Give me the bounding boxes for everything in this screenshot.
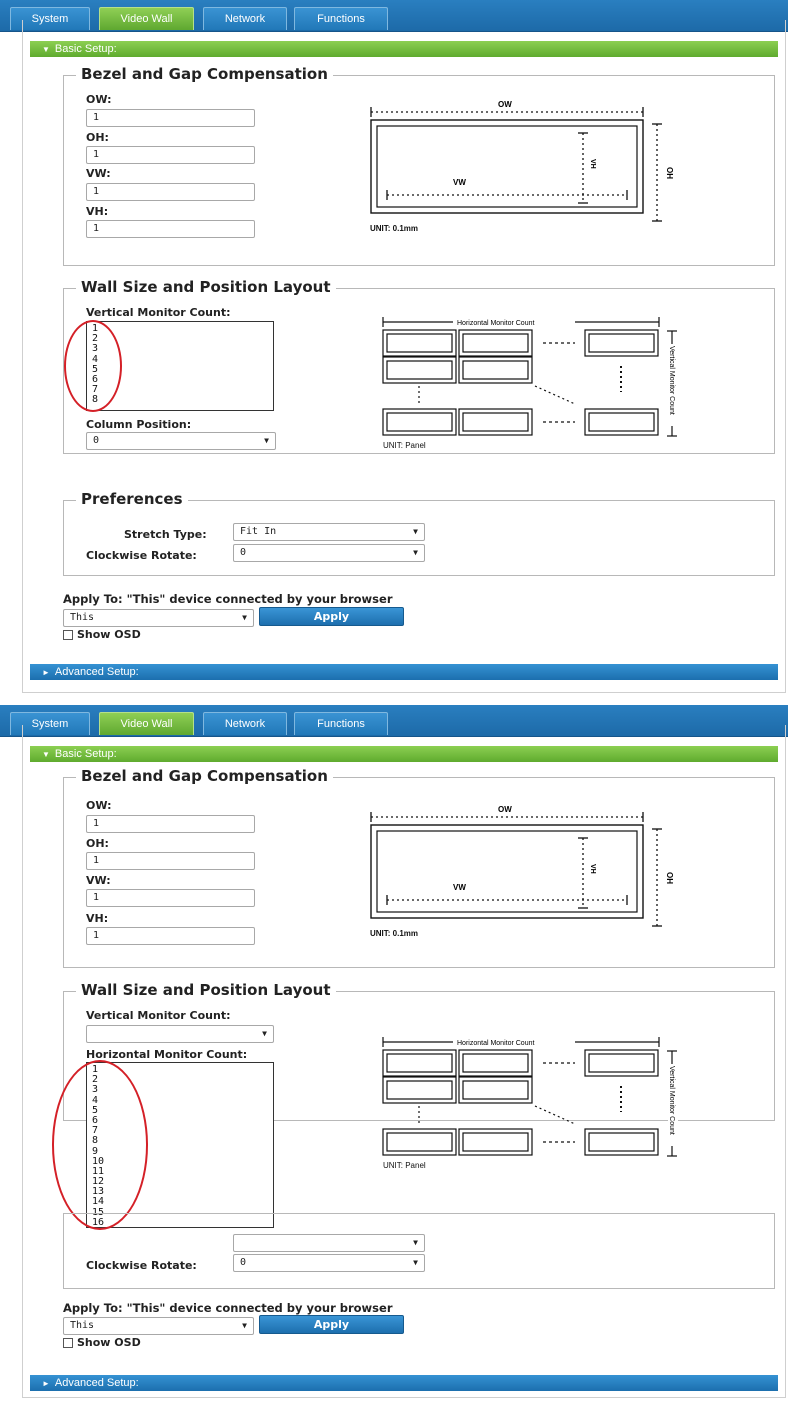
bezel-diagram: OW OH VH VW bbox=[370, 100, 674, 222]
vertical-count-label: Vertical Monitor Count: bbox=[86, 306, 231, 319]
ow-diagram-label: OW bbox=[498, 100, 512, 109]
vh-diagram-label: VH bbox=[589, 864, 596, 874]
list-item[interactable]: 2 bbox=[92, 333, 273, 344]
oh-input[interactable]: 1 bbox=[86, 146, 255, 164]
chevron-down-icon: ▼ bbox=[262, 1029, 267, 1038]
chevron-down-icon: ▼ bbox=[413, 1238, 418, 1247]
vw-diagram-label: VW bbox=[453, 178, 466, 187]
rotate-select[interactable]: 0 ▼ bbox=[233, 1254, 425, 1272]
expand-down-icon: ▼ bbox=[42, 750, 50, 759]
preferences-legend: Preferences bbox=[76, 490, 188, 508]
list-item[interactable]: 1 bbox=[92, 323, 273, 334]
chevron-down-icon: ▼ bbox=[413, 548, 418, 557]
apply-target-select[interactable]: This ▼ bbox=[63, 609, 254, 627]
apply-to-heading: Apply To: "This" device connected by you… bbox=[63, 1301, 393, 1315]
apply-target-select[interactable]: This ▼ bbox=[63, 1317, 254, 1335]
vertical-count-select[interactable]: ▼ bbox=[86, 1025, 274, 1043]
column-position-label: Column Position: bbox=[86, 418, 192, 431]
stretch-type-label: Stretch Type: bbox=[124, 528, 207, 541]
horizontal-count-diagram-label: Horizontal Monitor Count bbox=[457, 320, 534, 327]
column-position-select[interactable]: 0 ▼ bbox=[86, 432, 276, 450]
vh-diagram-label: VH bbox=[589, 159, 596, 169]
show-osd-label: Show OSD bbox=[77, 1336, 141, 1349]
horizontal-count-label: Horizontal Monitor Count: bbox=[86, 1048, 248, 1061]
ow-label: OW: bbox=[86, 93, 112, 106]
advanced-setup-header[interactable]: ► Advanced Setup: bbox=[30, 664, 778, 680]
wall-layout-diagram: Horizontal Monitor Count Vertical Monito… bbox=[382, 1037, 678, 1157]
vertical-count-label: Vertical Monitor Count: bbox=[86, 1009, 231, 1022]
advanced-setup-label: Advanced Setup: bbox=[54, 1377, 139, 1389]
bezel-unit-label: UNIT: 0.1mm bbox=[370, 929, 419, 938]
basic-setup-label: Basic Setup: bbox=[54, 748, 117, 760]
ow-diagram-label: OW bbox=[498, 805, 512, 814]
wall-unit-label: UNIT: Panel bbox=[383, 441, 426, 450]
stretch-type-value: Fit In bbox=[240, 526, 277, 537]
vw-input[interactable]: 1 bbox=[86, 183, 255, 201]
oh-input[interactable]: 1 bbox=[86, 852, 255, 870]
ow-input[interactable]: 1 bbox=[86, 815, 255, 833]
vertical-count-diagram-label: Vertical Monitor Count bbox=[668, 346, 675, 415]
ow-input[interactable]: 1 bbox=[86, 109, 255, 127]
wall-layout-diagram: Horizontal Monitor Count Vertical Monito… bbox=[382, 317, 678, 437]
basic-setup-header[interactable]: ▼ Basic Setup: bbox=[30, 41, 778, 57]
video-wall-panel-bottom: System Video Wall Network Functions ▼ Bas… bbox=[0, 705, 788, 1398]
apply-to-heading: Apply To: "This" device connected by you… bbox=[63, 592, 393, 606]
advanced-setup-header[interactable]: ► Advanced Setup: bbox=[30, 1375, 778, 1391]
oh-label: OH: bbox=[86, 131, 109, 144]
vh-label: VH: bbox=[86, 205, 109, 218]
chevron-down-icon: ▼ bbox=[413, 1258, 418, 1267]
rotate-value: 0 bbox=[240, 547, 247, 558]
wall-legend: Wall Size and Position Layout bbox=[76, 981, 336, 999]
vw-diagram-label: VW bbox=[453, 883, 466, 892]
oh-label: OH: bbox=[86, 837, 109, 850]
bezel-legend: Bezel and Gap Compensation bbox=[76, 767, 333, 785]
show-osd-checkbox[interactable] bbox=[63, 1338, 73, 1348]
stretch-type-select[interactable]: Fit In ▼ bbox=[233, 523, 425, 541]
list-item[interactable]: 7 bbox=[92, 384, 273, 395]
horizontal-count-diagram-label: Horizontal Monitor Count bbox=[457, 1040, 534, 1047]
apply-target-value: This bbox=[70, 612, 95, 623]
basic-setup-header[interactable]: ▼ Basic Setup: bbox=[30, 746, 778, 762]
basic-setup-label: Basic Setup: bbox=[54, 43, 117, 55]
vw-input[interactable]: 1 bbox=[86, 889, 255, 907]
wall-unit-label: UNIT: Panel bbox=[383, 1161, 426, 1170]
bezel-legend: Bezel and Gap Compensation bbox=[76, 65, 333, 83]
chevron-down-icon: ▼ bbox=[264, 436, 269, 445]
bezel-diagram: OW OH VH VW bbox=[370, 805, 674, 927]
advanced-setup-label: Advanced Setup: bbox=[54, 666, 139, 678]
chevron-down-icon: ▼ bbox=[242, 1321, 247, 1330]
rotate-value: 0 bbox=[240, 1257, 247, 1268]
expand-right-icon: ► bbox=[42, 1379, 50, 1388]
column-position-value: 0 bbox=[93, 435, 100, 446]
highlight-circle bbox=[64, 320, 122, 412]
chevron-down-icon: ▼ bbox=[413, 527, 418, 536]
show-osd-label: Show OSD bbox=[77, 628, 141, 641]
list-item[interactable]: 8 bbox=[92, 395, 273, 405]
stretch-type-select[interactable]: ▼ bbox=[233, 1234, 425, 1252]
vw-label: VW: bbox=[86, 167, 111, 180]
vh-input[interactable]: 1 bbox=[86, 220, 255, 238]
vw-label: VW: bbox=[86, 874, 111, 887]
show-osd-checkbox[interactable] bbox=[63, 630, 73, 640]
ow-label: OW: bbox=[86, 799, 112, 812]
expand-down-icon: ▼ bbox=[42, 45, 50, 54]
rotate-label: Clockwise Rotate: bbox=[86, 1259, 197, 1272]
vh-input[interactable]: 1 bbox=[86, 927, 255, 945]
apply-target-value: This bbox=[70, 1320, 95, 1331]
rotate-label: Clockwise Rotate: bbox=[86, 549, 197, 562]
chevron-down-icon: ▼ bbox=[242, 613, 247, 622]
rotate-select[interactable]: 0 ▼ bbox=[233, 544, 425, 562]
apply-button[interactable]: Apply bbox=[259, 607, 404, 626]
video-wall-panel-top: System Video Wall Network Functions ▼ Bas… bbox=[0, 0, 788, 693]
highlight-circle bbox=[52, 1060, 148, 1230]
oh-diagram-label: OH bbox=[665, 872, 674, 884]
apply-button[interactable]: Apply bbox=[259, 1315, 404, 1334]
vertical-count-diagram-label: Vertical Monitor Count bbox=[668, 1066, 675, 1135]
expand-right-icon: ► bbox=[42, 668, 50, 677]
vh-label: VH: bbox=[86, 912, 109, 925]
bezel-unit-label: UNIT: 0.1mm bbox=[370, 224, 419, 233]
oh-diagram-label: OH bbox=[665, 167, 674, 179]
wall-legend: Wall Size and Position Layout bbox=[76, 278, 336, 296]
